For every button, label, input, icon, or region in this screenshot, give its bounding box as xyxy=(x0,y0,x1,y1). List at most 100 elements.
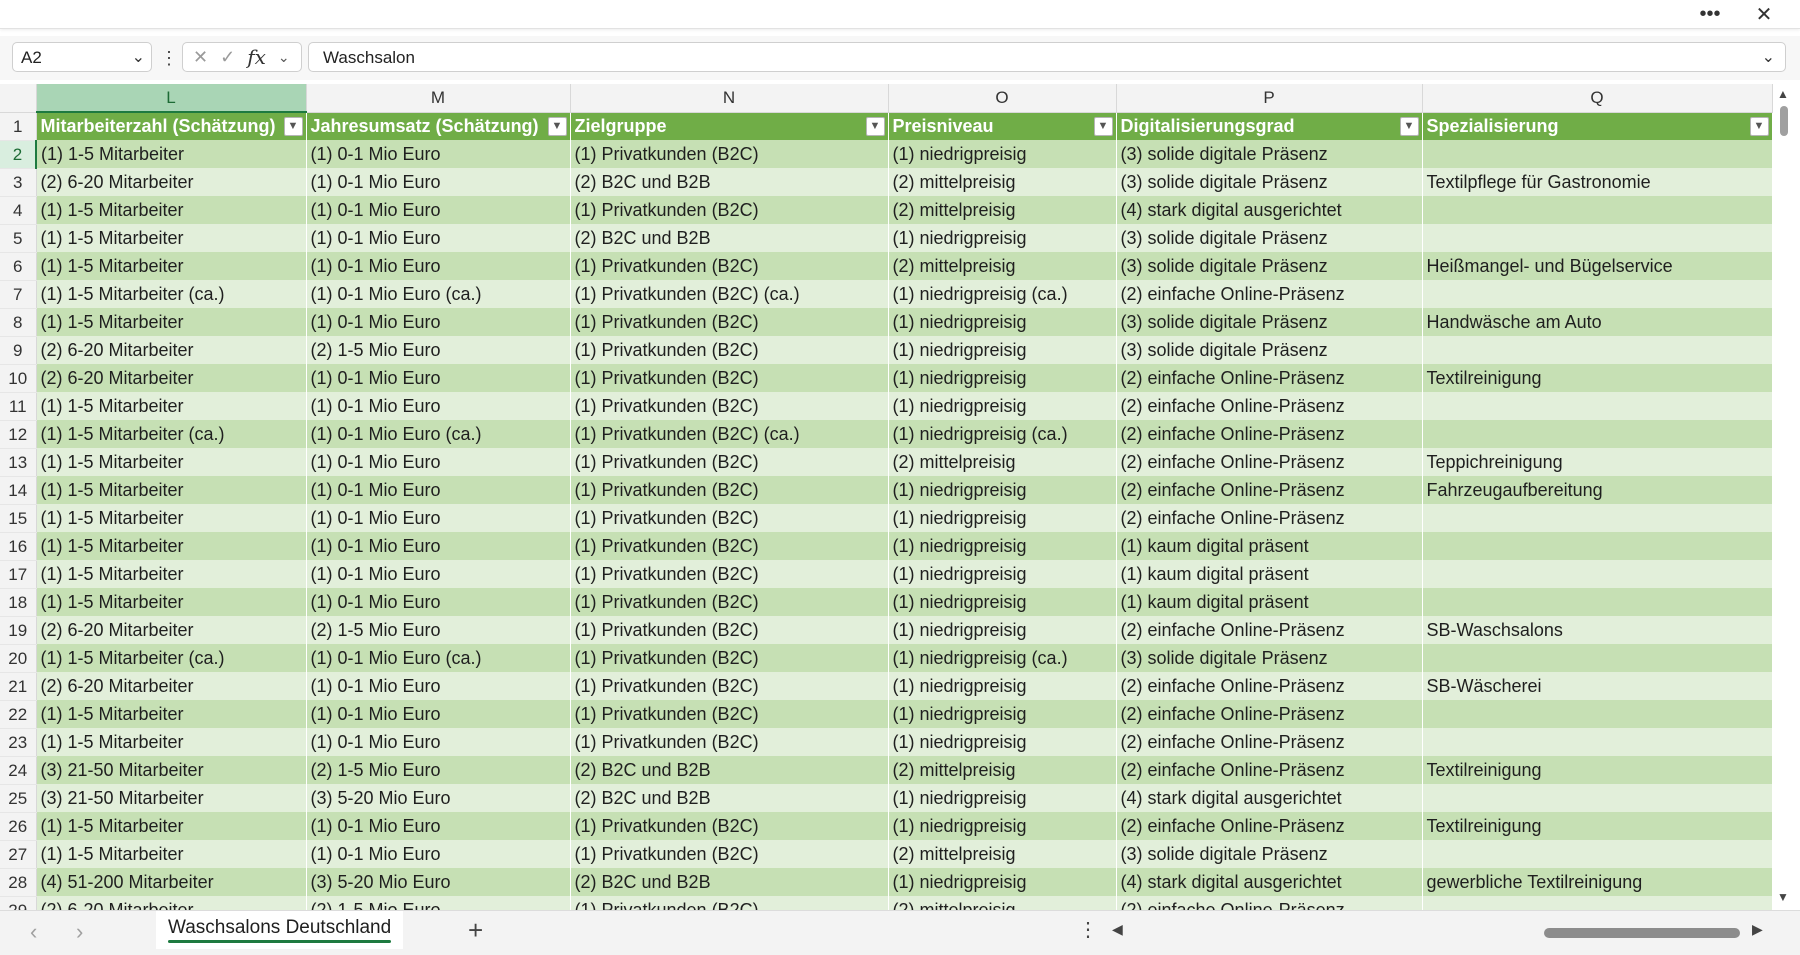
row-number[interactable]: 19 xyxy=(0,616,37,645)
cell-q[interactable] xyxy=(1422,728,1773,756)
cell-m[interactable]: (1) 0-1 Mio Euro xyxy=(306,224,571,252)
cell-n[interactable]: (1) Privatkunden (B2C) xyxy=(570,308,889,336)
cell-n[interactable]: (2) B2C und B2B xyxy=(570,168,889,196)
cell-p[interactable]: (2) einfache Online-Präsenz xyxy=(1116,812,1423,840)
row-number[interactable]: 22 xyxy=(0,700,37,729)
cell-l[interactable]: (1) 1-5 Mitarbeiter xyxy=(36,224,307,252)
cell-m[interactable]: (2) 1-5 Mio Euro xyxy=(306,756,571,784)
cell-n[interactable]: (1) Privatkunden (B2C) xyxy=(570,616,889,644)
table-header-cell[interactable]: Zielgruppe ▼ xyxy=(570,112,889,140)
cell-m[interactable]: (1) 0-1 Mio Euro xyxy=(306,392,571,420)
cell-l[interactable]: (1) 1-5 Mitarbeiter xyxy=(36,448,307,476)
cell-p[interactable]: (3) solide digitale Präsenz xyxy=(1116,140,1423,168)
cell-n[interactable]: (1) Privatkunden (B2C) xyxy=(570,196,889,224)
cell-o[interactable]: (1) niedrigpreisig xyxy=(888,392,1117,420)
cell-l[interactable]: (1) 1-5 Mitarbeiter xyxy=(36,252,307,280)
row-number[interactable]: 3 xyxy=(0,168,37,197)
cell-l[interactable]: (1) 1-5 Mitarbeiter xyxy=(36,196,307,224)
cell-l[interactable]: (1) 1-5 Mitarbeiter xyxy=(36,700,307,728)
cell-m[interactable]: (1) 0-1 Mio Euro xyxy=(306,196,571,224)
row-number[interactable]: 15 xyxy=(0,504,37,533)
cell-q[interactable] xyxy=(1422,196,1773,224)
row-number[interactable]: 16 xyxy=(0,532,37,561)
cell-n[interactable]: (1) Privatkunden (B2C) xyxy=(570,896,889,910)
column-header-o[interactable]: O xyxy=(888,84,1117,113)
row-number[interactable]: 26 xyxy=(0,812,37,841)
cell-p[interactable]: (3) solide digitale Präsenz xyxy=(1116,644,1423,672)
cell-p[interactable]: (2) einfache Online-Präsenz xyxy=(1116,280,1423,308)
cell-n[interactable]: (1) Privatkunden (B2C) (ca.) xyxy=(570,280,889,308)
cell-o[interactable]: (1) niedrigpreisig (ca.) xyxy=(888,644,1117,672)
table-header-cell[interactable]: Mitarbeiterzahl (Schätzung) ▼ xyxy=(36,112,307,140)
cell-m[interactable]: (1) 0-1 Mio Euro xyxy=(306,728,571,756)
cell-n[interactable]: (1) Privatkunden (B2C) xyxy=(570,476,889,504)
chevron-down-icon[interactable]: ⌄ xyxy=(278,49,290,66)
cell-n[interactable]: (1) Privatkunden (B2C) xyxy=(570,644,889,672)
cell-n[interactable]: (1) Privatkunden (B2C) xyxy=(570,504,889,532)
cell-o[interactable]: (1) niedrigpreisig xyxy=(888,560,1117,588)
cell-n[interactable]: (1) Privatkunden (B2C) xyxy=(570,812,889,840)
cell-o[interactable]: (1) niedrigpreisig xyxy=(888,700,1117,728)
cell-q[interactable] xyxy=(1422,140,1773,168)
cell-l[interactable]: (1) 1-5 Mitarbeiter xyxy=(36,504,307,532)
cell-p[interactable]: (3) solide digitale Präsenz xyxy=(1116,224,1423,252)
cell-p[interactable]: (2) einfache Online-Präsenz xyxy=(1116,504,1423,532)
cell-l[interactable]: (2) 6-20 Mitarbeiter xyxy=(36,364,307,392)
cell-l[interactable]: (2) 6-20 Mitarbeiter xyxy=(36,336,307,364)
cell-o[interactable]: (2) mittelpreisig xyxy=(888,896,1117,910)
column-header-m[interactable]: M xyxy=(306,84,571,113)
cell-l[interactable]: (1) 1-5 Mitarbeiter (ca.) xyxy=(36,644,307,672)
row-number[interactable]: 8 xyxy=(0,308,37,337)
cell-q[interactable] xyxy=(1422,896,1773,910)
scroll-down-icon[interactable]: ▼ xyxy=(1777,890,1789,904)
cell-o[interactable]: (1) niedrigpreisig xyxy=(888,364,1117,392)
cell-n[interactable]: (1) Privatkunden (B2C) xyxy=(570,700,889,728)
cell-m[interactable]: (3) 5-20 Mio Euro xyxy=(306,784,571,812)
cell-m[interactable]: (1) 0-1 Mio Euro xyxy=(306,504,571,532)
insert-function-icon[interactable]: fx xyxy=(247,45,266,69)
cancel-icon[interactable]: ✕ xyxy=(193,47,208,68)
cell-l[interactable]: (1) 1-5 Mitarbeiter xyxy=(36,560,307,588)
cell-o[interactable]: (1) niedrigpreisig xyxy=(888,672,1117,700)
cell-o[interactable]: (1) niedrigpreisig (ca.) xyxy=(888,280,1117,308)
cell-l[interactable]: (1) 1-5 Mitarbeiter xyxy=(36,728,307,756)
cell-o[interactable]: (1) niedrigpreisig xyxy=(888,504,1117,532)
cell-q[interactable]: Teppichreinigung xyxy=(1422,448,1773,476)
cell-q[interactable]: Fahrzeugaufbereitung xyxy=(1422,476,1773,504)
cell-q[interactable] xyxy=(1422,700,1773,728)
cell-l[interactable]: (3) 21-50 Mitarbeiter xyxy=(36,756,307,784)
cell-o[interactable]: (1) niedrigpreisig xyxy=(888,784,1117,812)
cell-n[interactable]: (2) B2C und B2B xyxy=(570,784,889,812)
close-icon[interactable]: ✕ xyxy=(1744,2,1784,26)
cell-l[interactable]: (1) 1-5 Mitarbeiter xyxy=(36,308,307,336)
cell-n[interactable]: (1) Privatkunden (B2C) xyxy=(570,840,889,868)
cell-p[interactable]: (2) einfache Online-Präsenz xyxy=(1116,364,1423,392)
cell-n[interactable]: (1) Privatkunden (B2C) xyxy=(570,588,889,616)
cell-l[interactable]: (1) 1-5 Mitarbeiter xyxy=(36,588,307,616)
cell-m[interactable]: (1) 0-1 Mio Euro (ca.) xyxy=(306,644,571,672)
row-number[interactable]: 1 xyxy=(0,112,37,141)
cell-m[interactable]: (1) 0-1 Mio Euro xyxy=(306,588,571,616)
cell-q[interactable]: Heißmangel- und Bügelservice xyxy=(1422,252,1773,280)
cell-l[interactable]: (1) 1-5 Mitarbeiter (ca.) xyxy=(36,420,307,448)
cell-p[interactable]: (1) kaum digital präsent xyxy=(1116,532,1423,560)
select-all-corner[interactable] xyxy=(0,84,37,113)
filter-dropdown-icon[interactable]: ▼ xyxy=(1399,116,1419,136)
row-number[interactable]: 9 xyxy=(0,336,37,365)
filter-dropdown-icon[interactable]: ▼ xyxy=(1749,116,1769,136)
cell-o[interactable]: (1) niedrigpreisig xyxy=(888,140,1117,168)
cell-l[interactable]: (1) 1-5 Mitarbeiter xyxy=(36,840,307,868)
filter-dropdown-icon[interactable]: ▼ xyxy=(283,117,303,136)
cell-n[interactable]: (1) Privatkunden (B2C) xyxy=(570,392,889,420)
cell-q[interactable] xyxy=(1422,280,1773,308)
row-number[interactable]: 21 xyxy=(0,672,37,701)
filter-dropdown-icon[interactable]: ▼ xyxy=(865,116,885,136)
cell-m[interactable]: (1) 0-1 Mio Euro xyxy=(306,168,571,196)
row-number[interactable]: 14 xyxy=(0,476,37,505)
filter-dropdown-icon[interactable]: ▼ xyxy=(1093,116,1113,136)
cell-n[interactable]: (1) Privatkunden (B2C) xyxy=(570,336,889,364)
row-number[interactable]: 4 xyxy=(0,196,37,225)
next-sheet-icon[interactable]: › xyxy=(76,919,83,945)
cell-p[interactable]: (2) einfache Online-Präsenz xyxy=(1116,756,1423,784)
cell-o[interactable]: (1) niedrigpreisig xyxy=(888,308,1117,336)
